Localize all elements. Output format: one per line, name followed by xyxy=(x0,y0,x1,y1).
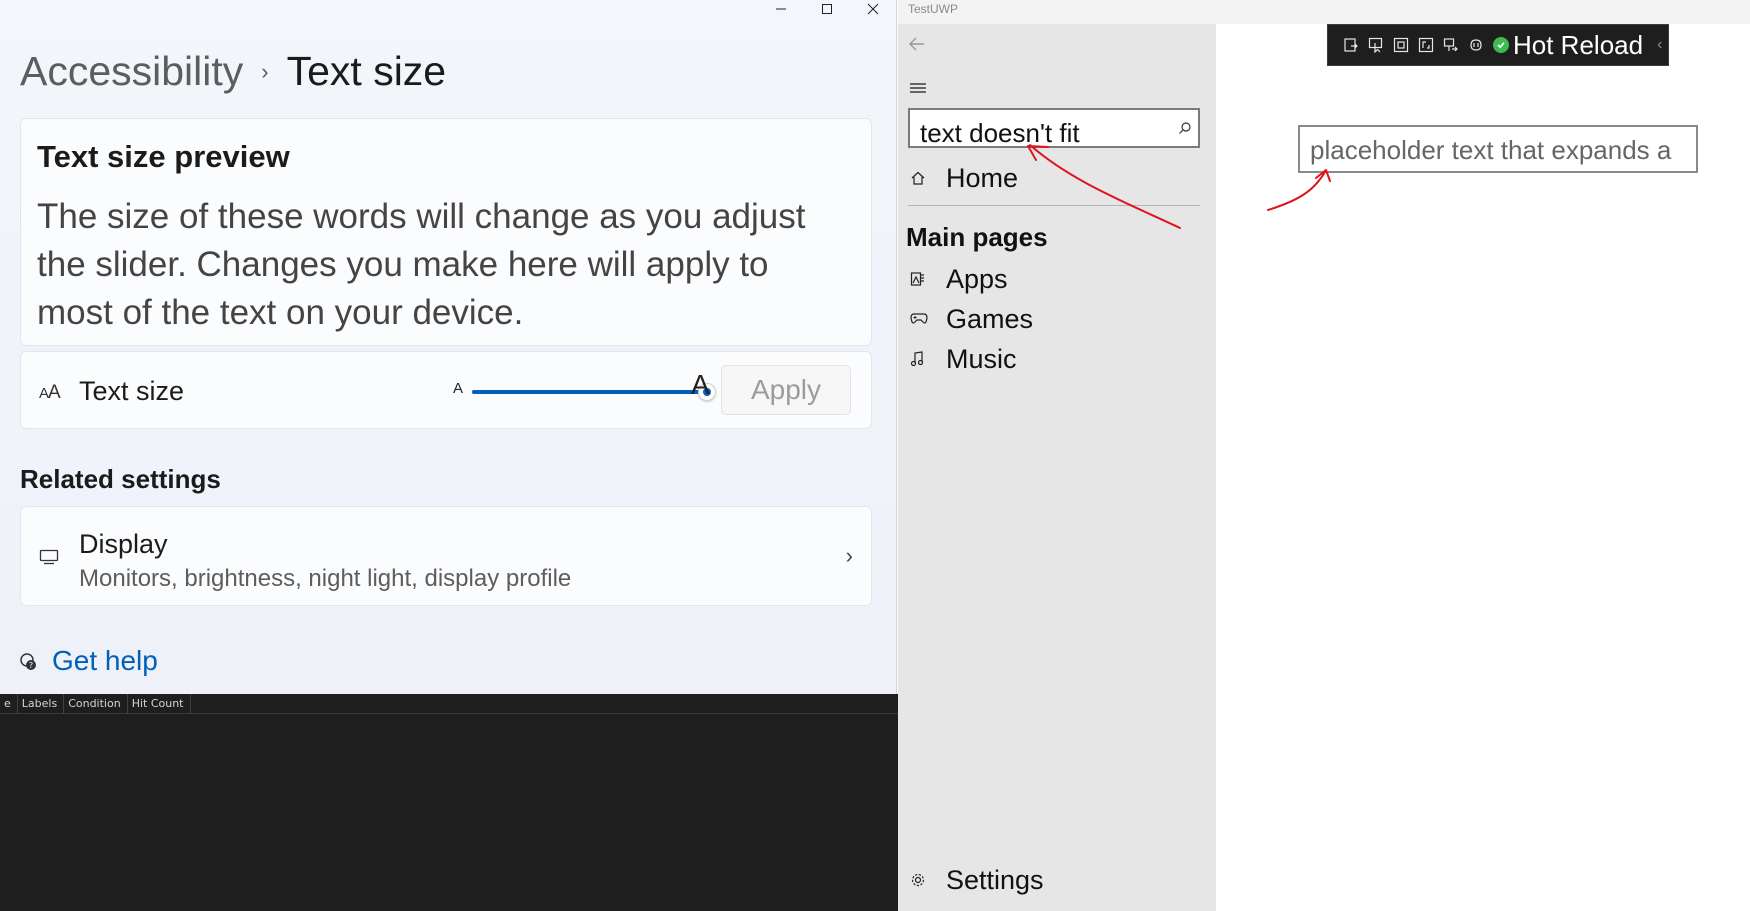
nav-label-settings: Settings xyxy=(946,865,1044,895)
display-settings-link[interactable]: Display Monitors, brightness, night ligh… xyxy=(20,506,872,606)
monitor-icon xyxy=(39,549,59,565)
collapse-toolbar-chevron-icon[interactable]: ‹ xyxy=(1657,36,1662,54)
binding-failures-icon[interactable] xyxy=(1442,36,1460,54)
slider-min-label: A xyxy=(453,380,464,397)
nav-label-home: Home xyxy=(946,163,1019,193)
placeholder-textbox[interactable]: placeholder text that expands a xyxy=(1298,125,1698,173)
close-icon xyxy=(867,3,879,15)
minimize-button[interactable] xyxy=(758,0,804,18)
breakpoints-tool-window: e Labels Condition Hit Count xyxy=(0,694,898,911)
hamburger-menu-icon[interactable] xyxy=(910,82,926,94)
nav-divider xyxy=(908,205,1200,206)
slider-max-label: A xyxy=(691,369,710,400)
window-controls xyxy=(758,0,896,18)
preview-title: Text size preview xyxy=(37,139,290,174)
text-size-setting-card: AA Text size A A Apply xyxy=(20,351,872,429)
go-to-live-visual-tree-icon[interactable] xyxy=(1342,36,1360,54)
nav-item-games[interactable]: Games xyxy=(898,301,1216,339)
nav-item-settings[interactable]: Settings xyxy=(898,862,1216,900)
nav-label-games: Games xyxy=(946,304,1034,334)
text-size-label: Text size xyxy=(79,376,185,406)
get-help-link[interactable]: Get help xyxy=(52,645,158,677)
track-focused-element-icon[interactable] xyxy=(1417,36,1435,54)
display-description: Monitors, brightness, night light, displ… xyxy=(79,565,572,592)
search-input-value: text doesn't fit xyxy=(920,118,1080,148)
column-headers: e Labels Condition Hit Count xyxy=(0,694,898,714)
nav-search-box[interactable]: text doesn't fit xyxy=(908,108,1200,148)
text-size-slider[interactable] xyxy=(472,383,716,401)
text-size-preview-card: Text size preview The size of these word… xyxy=(20,118,872,346)
nav-item-apps[interactable]: Apps xyxy=(898,261,1216,299)
nav-label-music: Music xyxy=(946,344,1017,374)
nav-item-home[interactable]: Home xyxy=(898,160,1216,198)
nav-item-music[interactable]: Music xyxy=(898,341,1216,379)
close-button[interactable] xyxy=(850,0,896,18)
column-header-name[interactable]: e xyxy=(0,694,18,714)
help-icon: ? xyxy=(20,653,36,670)
music-note-icon xyxy=(910,351,924,367)
app-titlebar: TestUWP xyxy=(898,0,1750,24)
app-title: TestUWP xyxy=(908,2,959,16)
display-label: Display xyxy=(79,529,168,559)
testuwp-window: TestUWP text doesn't fit Home Main pages xyxy=(898,0,1750,911)
gamepad-icon xyxy=(910,313,928,324)
xaml-debug-tools xyxy=(1342,36,1485,54)
slider-fill xyxy=(472,390,707,394)
check-circle-icon xyxy=(1493,37,1509,53)
settings-window: Accessibility › Text size Text size prev… xyxy=(0,0,897,694)
maximize-button[interactable] xyxy=(804,0,850,18)
display-layout-adorners-icon[interactable] xyxy=(1392,36,1410,54)
nav-section-header: Main pages xyxy=(906,222,1048,252)
text-size-icon: AA xyxy=(39,382,61,403)
textbox-placeholder: placeholder text that expands a xyxy=(1310,135,1672,165)
maximize-icon xyxy=(822,4,832,14)
back-arrow-icon[interactable] xyxy=(908,36,926,52)
hot-reload-flame-icon[interactable] xyxy=(1467,36,1485,54)
apply-button[interactable]: Apply xyxy=(721,365,851,415)
gear-icon xyxy=(911,873,925,887)
page-title: Text size xyxy=(286,48,447,94)
column-header-hit-count[interactable]: Hit Count xyxy=(128,694,191,714)
breadcrumb-chevron-icon: › xyxy=(261,58,269,84)
navigation-pane: text doesn't fit Home Main pages Apps Ga… xyxy=(898,24,1216,911)
select-element-icon[interactable] xyxy=(1367,36,1385,54)
chevron-right-icon: › xyxy=(845,543,853,568)
column-header-condition[interactable]: Condition xyxy=(64,694,128,714)
preview-body: The size of these words will change as y… xyxy=(37,197,806,332)
breadcrumb: Accessibility › Text size xyxy=(20,48,446,95)
svg-text:?: ? xyxy=(29,661,33,670)
hot-reload-label[interactable]: Hot Reload xyxy=(1513,30,1643,61)
minimize-icon xyxy=(776,8,786,10)
home-icon xyxy=(911,171,925,185)
nav-label-apps: Apps xyxy=(946,264,1008,294)
hot-reload-toolbar: Hot Reload ‹ xyxy=(1327,24,1669,66)
related-settings-heading: Related settings xyxy=(20,464,221,494)
apps-icon xyxy=(910,272,924,286)
column-header-labels[interactable]: Labels xyxy=(18,694,65,714)
search-icon[interactable] xyxy=(1178,121,1192,135)
breadcrumb-accessibility[interactable]: Accessibility xyxy=(20,48,243,95)
